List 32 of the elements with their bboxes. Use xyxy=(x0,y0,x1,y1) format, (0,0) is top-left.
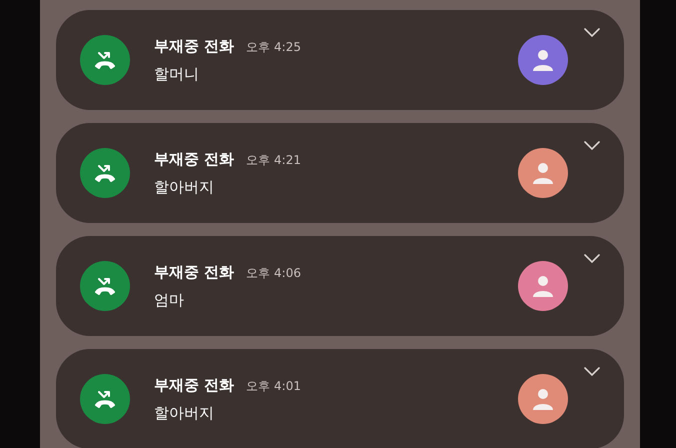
person-icon xyxy=(532,48,554,72)
expand-button[interactable] xyxy=(582,26,602,40)
notification-title: 부재중 전화 xyxy=(154,148,234,170)
caller-name: 할머니 xyxy=(154,64,200,85)
caller-name: 할아버지 xyxy=(154,403,215,424)
chevron-down-icon xyxy=(584,28,600,38)
expand-button[interactable] xyxy=(582,139,602,153)
expand-button[interactable] xyxy=(582,365,602,379)
missed-call-icon xyxy=(94,277,116,295)
notification-time: 오후 4:21 xyxy=(246,152,301,168)
notification-title: 부재중 전화 xyxy=(154,36,234,56)
notification-card[interactable]: 부재중 전화 오후 4:06 엄마 xyxy=(56,236,624,336)
person-icon xyxy=(532,387,554,411)
notification-card[interactable]: 부재중 전화 오후 4:21 할아버지 xyxy=(56,123,624,223)
expand-button[interactable] xyxy=(582,252,602,266)
notification-title: 부재중 전화 xyxy=(154,374,234,396)
person-icon xyxy=(532,274,554,298)
notification-title: 부재중 전화 xyxy=(154,262,234,282)
notification-time: 오후 4:01 xyxy=(246,378,301,394)
missed-call-icon xyxy=(94,51,116,69)
chevron-down-icon xyxy=(584,254,600,264)
caller-name: 엄마 xyxy=(154,290,185,311)
missed-call-icon xyxy=(94,164,116,182)
person-icon xyxy=(532,161,554,185)
notification-card[interactable]: 부재중 전화 오후 4:01 할아버지 xyxy=(56,349,624,448)
notification-card[interactable]: 부재중 전화 오후 4:25 할머니 xyxy=(56,10,624,110)
missed-call-icon xyxy=(94,390,116,408)
caller-name: 할아버지 xyxy=(154,177,215,198)
chevron-down-icon xyxy=(584,367,600,377)
chevron-down-icon xyxy=(584,141,600,151)
notification-time: 오후 4:06 xyxy=(246,264,301,282)
notification-time: 오후 4:25 xyxy=(246,38,301,56)
